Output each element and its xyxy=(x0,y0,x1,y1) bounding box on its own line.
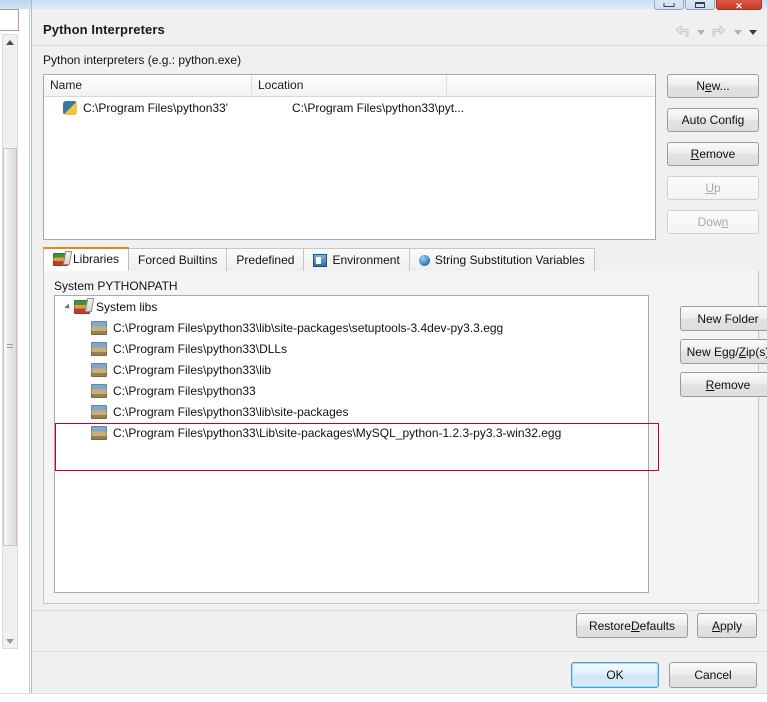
expand-triangle-icon[interactable] xyxy=(61,300,74,313)
column-header-location[interactable]: Location xyxy=(252,75,447,96)
list-item[interactable]: C:\Program Files\python33\lib xyxy=(55,359,648,380)
up-button[interactable]: Up xyxy=(667,176,759,200)
restore-defaults-button[interactable]: Restore Defaults xyxy=(575,613,688,638)
apply-button-row: Restore Defaults Apply xyxy=(575,613,757,638)
tree-row-system-libs[interactable]: System libs xyxy=(55,296,648,317)
scroll-down-arrow-icon[interactable] xyxy=(3,634,17,648)
remove-button[interactable]: Remove xyxy=(667,142,759,166)
back-arrow-icon[interactable] xyxy=(672,23,692,41)
books-icon xyxy=(74,299,90,314)
library-icon xyxy=(91,383,107,398)
library-icon xyxy=(91,320,107,335)
cell-interpreter-name: C:\Program Files\python33' xyxy=(83,101,229,115)
window-controls: ✕ xyxy=(654,0,762,11)
tree-item-label: C:\Program Files\python33\lib xyxy=(113,362,272,377)
library-icon xyxy=(91,362,107,377)
tab-string-substitution-variables[interactable]: String Substitution Variables xyxy=(408,248,595,271)
tree-item-label: C:\Program Files\python33\Lib\site-packa… xyxy=(113,425,562,440)
remove-library-button[interactable]: Remove xyxy=(680,372,767,397)
tab-predefined-label: Predefined xyxy=(236,253,295,267)
cell-interpreter-location: C:\Program Files\python33\pyt... xyxy=(292,101,465,115)
close-icon: ✕ xyxy=(735,1,743,11)
interpreters-table[interactable]: Name Location C:\Program Files\python33'… xyxy=(43,74,656,240)
view-menu-chevron-down-icon[interactable] xyxy=(746,23,759,41)
library-icon xyxy=(91,341,107,356)
close-button[interactable]: ✕ xyxy=(716,0,762,11)
footer-divider xyxy=(32,610,767,611)
blue-dot-icon xyxy=(418,254,430,266)
minimize-icon xyxy=(663,3,675,7)
tab-bar: Libraries Forced Builtins Predefined Env… xyxy=(43,247,759,272)
forward-dropdown-chevron-down-icon[interactable] xyxy=(731,23,744,41)
scroll-up-arrow-icon[interactable] xyxy=(3,35,17,49)
background-vertical-scrollbar[interactable] xyxy=(2,34,18,649)
environment-icon xyxy=(313,253,328,267)
tab-libraries-label: Libraries xyxy=(73,252,120,266)
python-interpreters-dialog: ✕ Python Interpreters Python interpreter… xyxy=(31,0,767,693)
tab-libraries[interactable]: Libraries xyxy=(43,247,130,271)
forward-arrow-icon[interactable] xyxy=(709,23,729,41)
ok-button[interactable]: OK xyxy=(571,662,659,688)
tab-forced-builtins[interactable]: Forced Builtins xyxy=(128,248,228,271)
table-header-row: Name Location xyxy=(44,75,655,97)
python-icon xyxy=(63,101,77,115)
list-item-highlighted[interactable]: C:\Program Files\python33\Lib\site-packa… xyxy=(55,422,648,443)
minimize-button[interactable] xyxy=(654,0,684,10)
tree-item-label: C:\Program Files\python33\lib\site-packa… xyxy=(113,320,504,335)
auto-config-button[interactable]: Auto Config xyxy=(667,108,759,132)
cancel-button[interactable]: Cancel xyxy=(669,662,757,688)
tab-environment[interactable]: Environment xyxy=(303,248,410,271)
page-title: Python Interpreters xyxy=(43,22,165,37)
pythonpath-tree[interactable]: System libs C:\Program Files\python33\li… xyxy=(54,295,649,593)
maximize-icon xyxy=(695,2,705,8)
libraries-button-column: New Folder New Egg/Zip(s) Remove xyxy=(680,306,767,397)
new-button[interactable]: Ne w... xyxy=(667,74,759,98)
column-header-blank[interactable] xyxy=(447,75,655,96)
tree-item-label: C:\Program Files\python33 xyxy=(113,383,256,398)
window-titlebar: ✕ xyxy=(32,0,767,11)
library-icon xyxy=(91,404,107,419)
new-egg-zip-button[interactable]: New Egg/Zip(s) xyxy=(680,339,767,364)
tab-predefined[interactable]: Predefined xyxy=(226,248,305,271)
apply-button[interactable]: Apply xyxy=(697,613,757,638)
screen: ✕ Python Interpreters Python interpreter… xyxy=(0,0,767,702)
interpreters-description: Python interpreters (e.g.: python.exe) xyxy=(43,53,242,67)
background-search-box xyxy=(0,9,19,31)
title-divider xyxy=(32,45,767,46)
tab-environment-label: Environment xyxy=(332,253,400,267)
tree-root-label: System libs xyxy=(96,299,158,314)
books-icon xyxy=(53,252,68,266)
scrollbar-thumb[interactable] xyxy=(3,148,17,546)
okcancel-divider xyxy=(32,651,767,652)
system-pythonpath-label: System PYTHONPATH xyxy=(54,279,178,293)
library-icon xyxy=(91,425,107,440)
navigation-toolbar xyxy=(672,22,759,42)
down-button[interactable]: Dow n xyxy=(667,210,759,234)
tree-item-label: C:\Program Files\python33\lib\site-packa… xyxy=(113,404,349,419)
back-dropdown-chevron-down-icon[interactable] xyxy=(694,23,707,41)
list-item[interactable]: C:\Program Files\python33\lib\site-packa… xyxy=(55,401,648,422)
new-folder-button[interactable]: New Folder xyxy=(680,306,767,331)
tab-string-substitution-variables-label: String Substitution Variables xyxy=(434,253,585,267)
interpreter-button-column: Ne w... Auto Config Remove Up Dow n xyxy=(667,74,759,234)
table-row[interactable]: C:\Program Files\python33' C:\Program Fi… xyxy=(44,97,655,119)
okcancel-button-row: OK Cancel xyxy=(571,662,757,688)
background-bottom-strip xyxy=(0,693,767,702)
tree-item-label: C:\Program Files\python33\DLLs xyxy=(113,341,288,356)
tab-forced-builtins-label: Forced Builtins xyxy=(138,253,218,267)
list-item[interactable]: C:\Program Files\python33\DLLs xyxy=(55,338,648,359)
maximize-button[interactable] xyxy=(685,0,715,10)
list-item[interactable]: C:\Program Files\python33\lib\site-packa… xyxy=(55,317,648,338)
list-item[interactable]: C:\Program Files\python33 xyxy=(55,380,648,401)
column-header-name[interactable]: Name xyxy=(44,75,252,96)
